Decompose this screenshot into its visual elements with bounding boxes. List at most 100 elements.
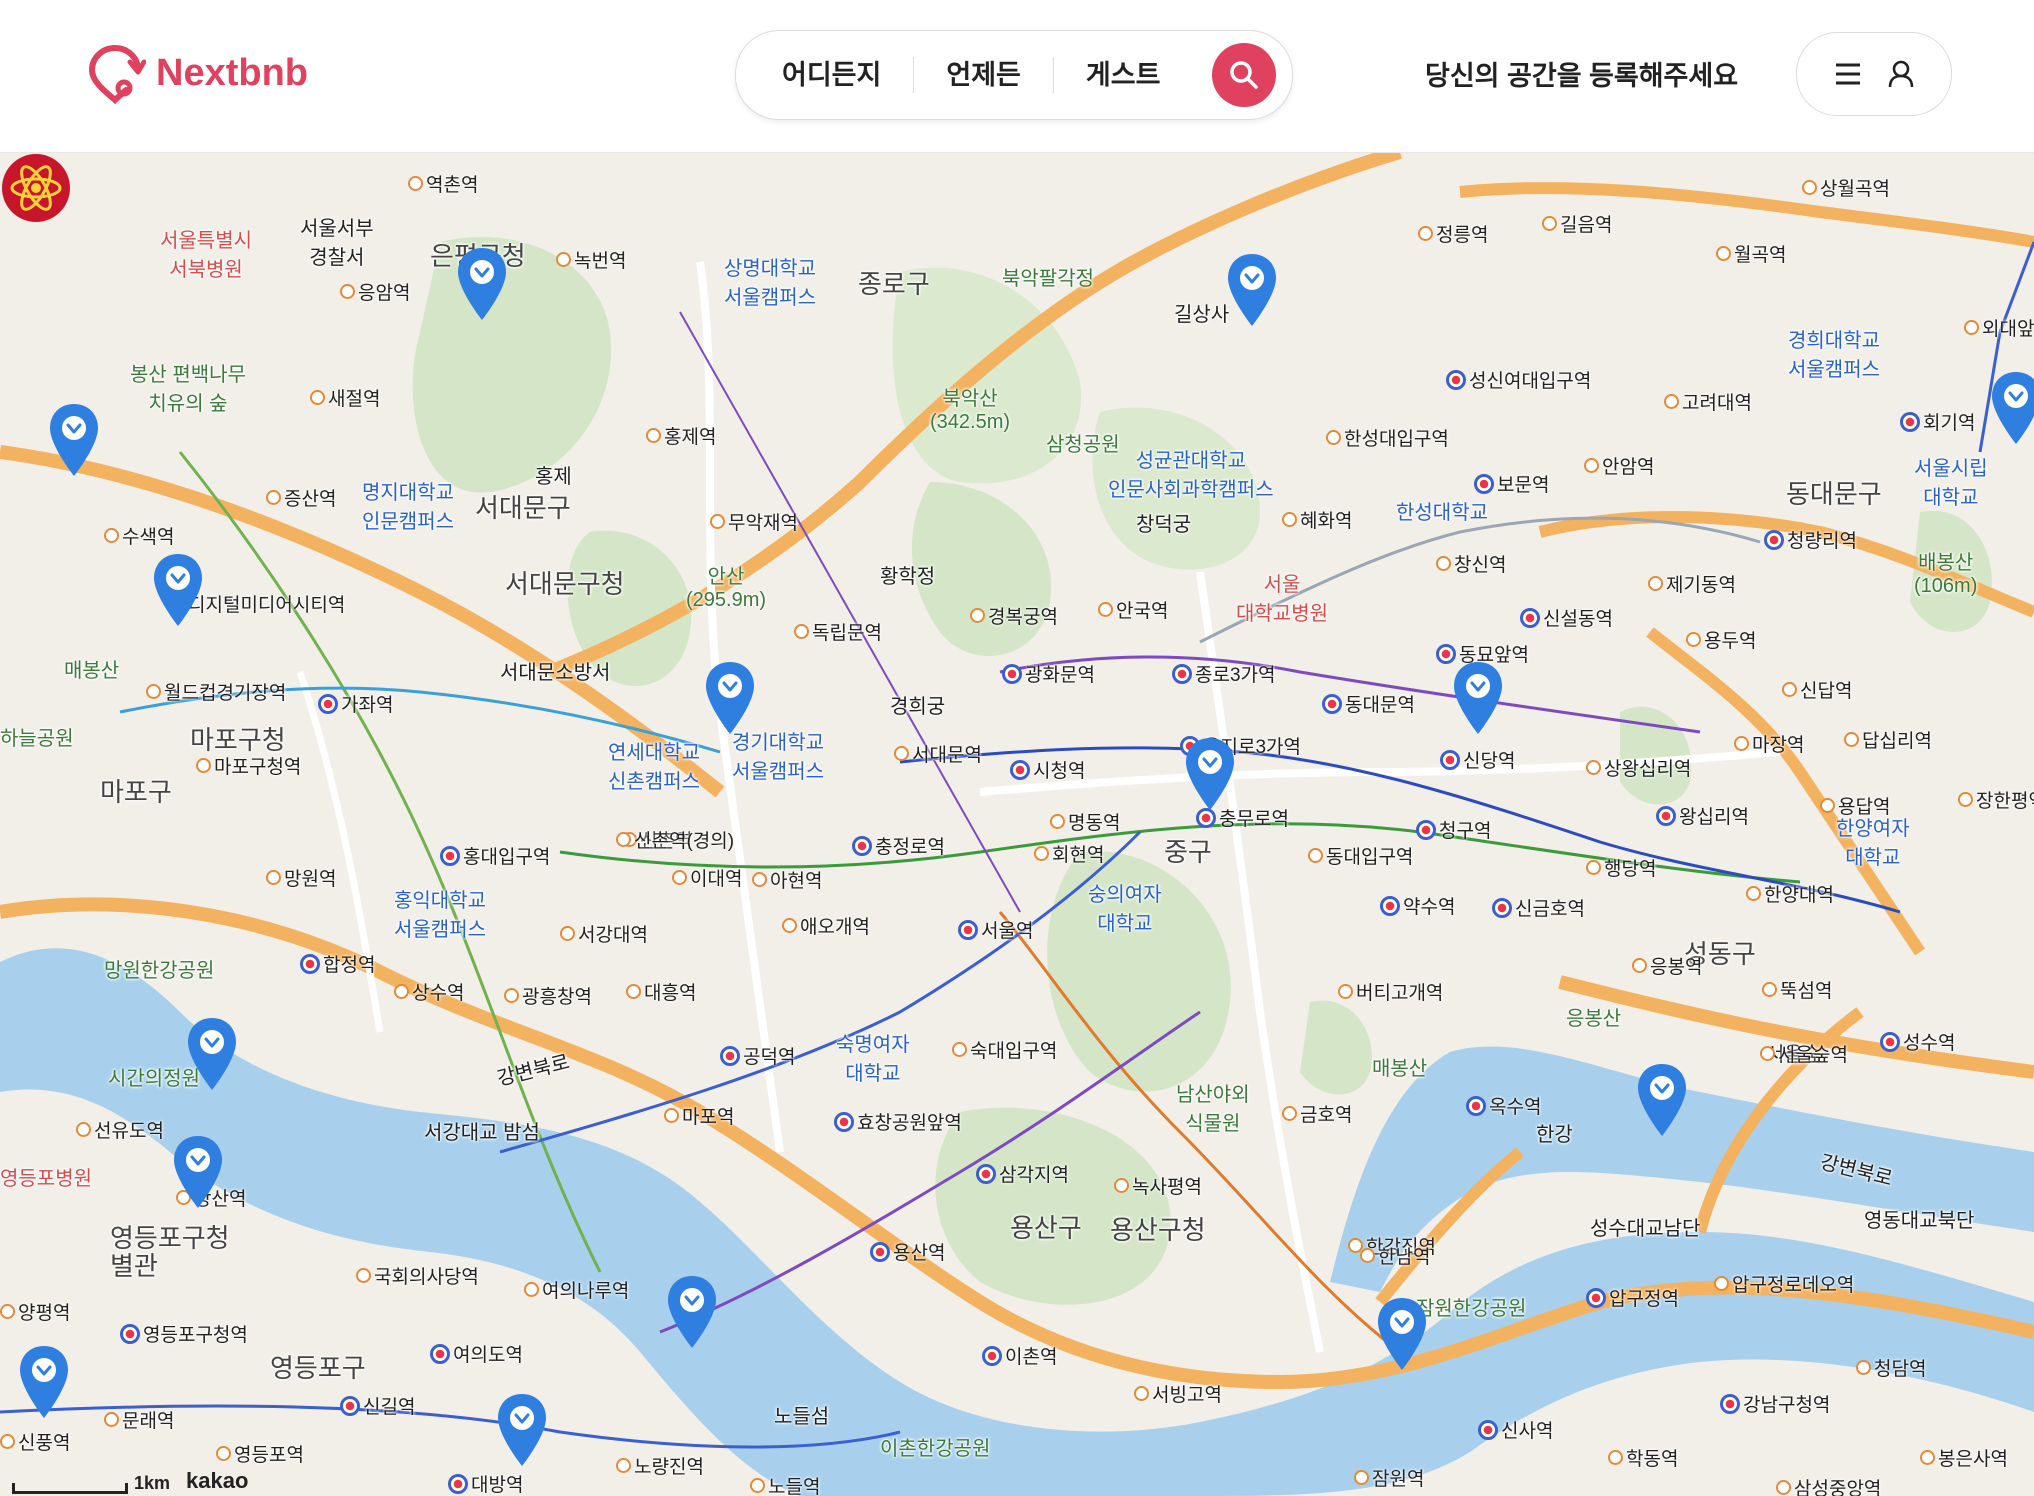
station-name: 충정로역: [875, 837, 945, 858]
listing-map-pin[interactable]: [1636, 1062, 1688, 1138]
palace-label: 창덕궁: [1136, 514, 1192, 536]
station-marker-icon: [340, 1395, 360, 1416]
station-label: 청량리역: [1764, 526, 1857, 553]
station-name: 한양대역: [1764, 885, 1834, 906]
listing-map-pin[interactable]: [1226, 252, 1278, 328]
station-label: 청담역: [1856, 1354, 1926, 1381]
station-marker-icon: [1114, 1178, 1129, 1193]
station-name: 회현역: [1052, 845, 1105, 866]
station-marker-icon: [408, 176, 423, 191]
station-marker-icon: [1172, 663, 1192, 684]
station-label: 월곡역: [1716, 240, 1786, 267]
station-name: 압구정로데오역: [1732, 1275, 1855, 1296]
station-name: 혜화역: [1300, 511, 1353, 532]
search-icon: [1230, 61, 1258, 89]
brand-logo[interactable]: Nextbnb: [84, 42, 308, 104]
host-your-space-link[interactable]: 당신의 공간을 등록해주세요: [1425, 54, 1738, 93]
map-pin-icon: [1228, 254, 1276, 326]
station-name: 답십리역: [1862, 731, 1932, 752]
station-name: 광화문역: [1025, 665, 1095, 686]
district-label: 용산구: [1010, 1213, 1082, 1243]
search-when-button[interactable]: 언제든: [913, 57, 1053, 93]
listing-map-pin[interactable]: [48, 402, 100, 478]
listing-map-pin[interactable]: [1990, 370, 2034, 446]
station-marker-icon: [440, 845, 460, 866]
listing-map-pin[interactable]: [666, 1274, 718, 1350]
station-label: 한성대입구역: [1326, 424, 1449, 451]
listing-map-pin[interactable]: [496, 1392, 548, 1468]
map-pin-icon: [1454, 662, 1502, 734]
station-marker-icon: [1440, 749, 1460, 770]
station-marker-icon: [1856, 1360, 1871, 1375]
listing-map-pin[interactable]: [152, 552, 204, 628]
station-label: 노량진역: [616, 1452, 704, 1479]
listing-map-pin[interactable]: [1452, 660, 1504, 736]
station-label: 영등포역: [216, 1440, 304, 1467]
station-name: 노들역: [768, 1477, 821, 1496]
station-label: 신설동역: [1520, 604, 1613, 631]
station-name: 신당역: [1463, 751, 1516, 772]
fire-station-label: 서대문소방서: [500, 662, 611, 684]
station-label: 고려대역: [1664, 388, 1752, 415]
listing-map-pin[interactable]: [1184, 736, 1236, 812]
mountain-label: 북악산 (342.5m): [930, 388, 1011, 433]
search-bar[interactable]: 어디든지 언제든 게스트: [735, 30, 1293, 120]
station-label: 창신역: [1436, 550, 1506, 577]
station-name: 뚝섬역: [1780, 981, 1833, 1002]
station-label: 애오개역: [782, 912, 870, 939]
station-label: 여의도역: [430, 1340, 523, 1367]
station-label: 보문역: [1474, 470, 1549, 497]
station-label: 금호역: [1282, 1100, 1352, 1127]
station-marker-icon: [76, 1122, 91, 1137]
top-navigation-bar: Nextbnb 어디든지 언제든 게스트 당신의 공간을 등록해주세요: [0, 0, 2034, 153]
station-name: 외대앞역: [1982, 319, 2034, 340]
listing-map-pin[interactable]: [1376, 1296, 1428, 1372]
university-label: 서울시립 대학교: [1914, 458, 1988, 509]
map-view[interactable]: 종로구 서대문구 서대문구청 마포구 마포구청 동대문구 중구 용산구 용산구청…: [0, 152, 2034, 1496]
station-label: 응암역: [340, 278, 410, 305]
station-label: 서울역: [958, 916, 1033, 943]
park-label: 북악팔각정: [1002, 268, 1094, 290]
brand-name: Nextbnb: [156, 51, 308, 94]
listing-map-pin[interactable]: [186, 1016, 238, 1092]
station-name: 잠원역: [1372, 1469, 1425, 1490]
station-name: 동대입구역: [1326, 847, 1414, 868]
station-label: 응봉역: [1632, 952, 1702, 979]
map-pin-icon: [1378, 1298, 1426, 1370]
map-pin-icon: [1638, 1064, 1686, 1136]
listing-map-pin[interactable]: [18, 1344, 70, 1420]
university-label: 성균관대학교 인문사회과학캠퍼스: [1108, 450, 1274, 501]
user-menu-button[interactable]: [1796, 32, 1952, 116]
district-label: 마포구: [100, 777, 172, 807]
station-label: 삼성중앙역: [1776, 1474, 1881, 1496]
station-label: 성수역: [1880, 1028, 1955, 1055]
station-name: 마포구청역: [214, 757, 302, 778]
station-marker-icon: [1762, 982, 1777, 997]
station-name: 정릉역: [1436, 225, 1489, 246]
station-label: 회현역: [1034, 840, 1104, 867]
park-label: 남산야외 식물원: [1176, 1084, 1250, 1135]
station-label: 행당역: [1586, 854, 1656, 881]
station-marker-icon: [1656, 805, 1676, 826]
station-marker-icon: [1308, 848, 1323, 863]
station-name: 안국역: [1116, 601, 1169, 622]
mountain-label: 매봉산: [64, 660, 120, 682]
station-label: 효창공원앞역: [834, 1108, 962, 1135]
search-submit-button[interactable]: [1212, 43, 1276, 107]
station-label: 광화문역: [1002, 660, 1095, 687]
station-name: 여의나루역: [542, 1281, 630, 1302]
station-name: 신금호역: [1515, 899, 1585, 920]
station-name: 수색역: [122, 527, 175, 548]
listing-map-pin[interactable]: [704, 660, 756, 736]
station-marker-icon: [1760, 1046, 1775, 1061]
district-label: 서대문구: [475, 493, 571, 523]
scale-label: 1km: [134, 1473, 171, 1493]
listing-map-pin[interactable]: [172, 1134, 224, 1210]
university-label: 한양여자 대학교: [1836, 818, 1910, 869]
station-marker-icon: [834, 1111, 854, 1132]
university-label: 경희대학교 서울캠퍼스: [1788, 330, 1880, 381]
listing-map-pin[interactable]: [456, 246, 508, 322]
search-guests-button[interactable]: 게스트: [1052, 57, 1193, 93]
station-label: 상수역: [394, 978, 464, 1005]
search-where-button[interactable]: 어디든지: [736, 57, 913, 93]
